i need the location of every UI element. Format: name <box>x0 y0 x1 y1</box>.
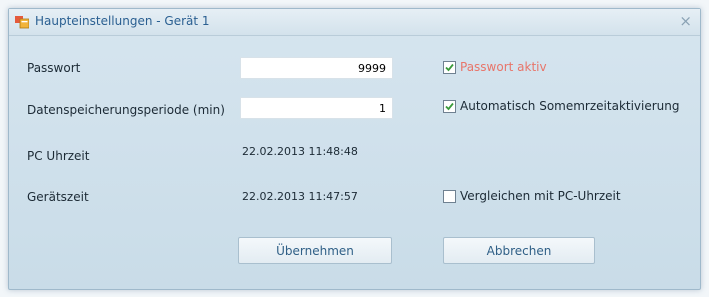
checkmark-icon <box>445 102 454 110</box>
dst-label: Automatisch Somemrzeitaktivierung <box>460 99 680 113</box>
compare-checkbox[interactable]: Vergleichen mit PC-Uhrzeit <box>443 189 621 203</box>
device-time-value: 22.02.2013 11:47:57 <box>242 190 358 203</box>
close-icon[interactable]: × <box>679 12 692 30</box>
settings-dialog: Haupteinstellungen - Gerät 1 × Passwort … <box>8 8 701 290</box>
password-active-label: Passwort aktiv <box>460 60 547 74</box>
window-settings-icon <box>15 16 29 29</box>
apply-button[interactable]: Übernehmen <box>238 237 392 264</box>
window-title: Haupteinstellungen - Gerät 1 <box>35 14 210 28</box>
checkbox-box[interactable] <box>443 189 456 203</box>
password-field[interactable]: 9999 <box>240 57 393 79</box>
title-bar: Haupteinstellungen - Gerät 1 × <box>9 9 700 36</box>
device-time-label: Gerätszeit <box>27 190 89 204</box>
password-active-checkbox[interactable]: Passwort aktiv <box>443 60 547 74</box>
checkbox-box[interactable] <box>443 60 456 74</box>
pc-time-value: 22.02.2013 11:48:48 <box>242 145 358 158</box>
period-field[interactable]: 1 <box>240 97 393 119</box>
period-label: Datenspeicherungsperiode (min) <box>27 103 225 117</box>
checkmark-icon <box>445 63 454 71</box>
compare-label: Vergleichen mit PC-Uhrzeit <box>460 189 621 203</box>
cancel-button[interactable]: Abbrechen <box>443 237 595 264</box>
password-label: Passwort <box>27 61 81 75</box>
checkbox-box[interactable] <box>443 99 456 113</box>
pc-time-label: PC Uhrzeit <box>27 149 90 163</box>
dst-checkbox[interactable]: Automatisch Somemrzeitaktivierung <box>443 99 680 113</box>
